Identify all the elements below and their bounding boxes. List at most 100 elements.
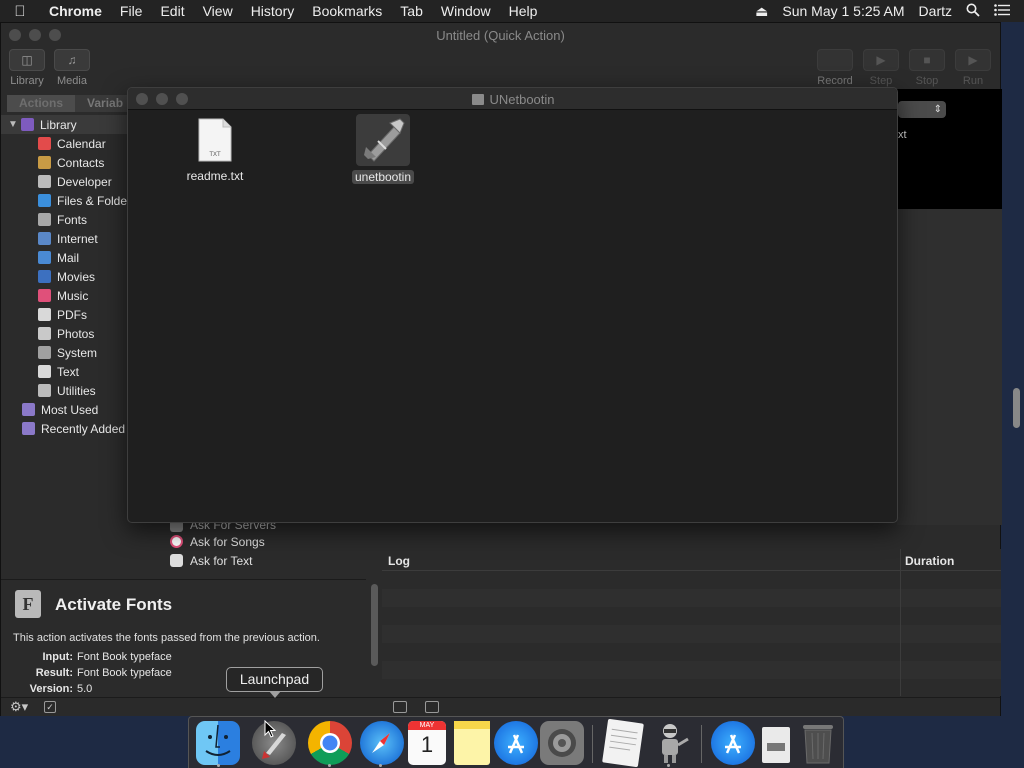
sidebar-item-movies[interactable]: Movies: [38, 267, 95, 286]
sidebar-item-photos[interactable]: Photos: [38, 324, 94, 343]
window-title: Untitled (Quick Action): [436, 27, 565, 43]
sidebar-icon: ◫: [9, 49, 45, 71]
text-icon: [170, 554, 183, 567]
finder-title: UNetbootin: [128, 92, 897, 107]
table-row: [382, 625, 1001, 643]
file-label: unetbootin: [351, 170, 415, 184]
table-row: [382, 589, 1001, 607]
dock-automator-icon[interactable]: [648, 721, 692, 765]
menu-clock[interactable]: Sun May 1 5:25 AM: [775, 3, 911, 19]
list-item[interactable]: Ask for Songs: [164, 532, 366, 551]
checkbox-icon[interactable]: ✓: [44, 701, 56, 713]
menu-view[interactable]: View: [194, 3, 242, 19]
dock-finder-icon[interactable]: [196, 721, 240, 765]
sidebar-item-fonts[interactable]: Fonts: [38, 210, 87, 229]
description-title: Activate Fonts: [55, 595, 173, 614]
actions-list: Ask For Servers Ask for Songs Ask for Te…: [164, 519, 366, 579]
tab-actions[interactable]: Actions: [7, 95, 76, 112]
notification-center-icon[interactable]: [987, 3, 1024, 19]
menu-user[interactable]: Dartz: [912, 3, 959, 19]
running-indicator: [328, 764, 331, 767]
result-row: Result: Font Book typeface: [35, 667, 172, 679]
txt-badge: TXT: [209, 152, 221, 158]
sidebar-item-calendar[interactable]: Calendar: [38, 134, 106, 153]
dock-textedit-icon[interactable]: [602, 718, 644, 768]
mail-icon: [38, 251, 51, 264]
dock-calendar-icon[interactable]: MAY 1: [408, 721, 446, 765]
menu-history[interactable]: History: [242, 3, 304, 19]
duration-column-header[interactable]: Duration: [905, 554, 954, 568]
running-indicator: [667, 764, 670, 767]
dock-safari-icon[interactable]: [360, 721, 404, 765]
sidebar-item-pdfs[interactable]: PDFs: [38, 305, 87, 324]
font-book-icon: F: [15, 590, 41, 618]
finder-titlebar[interactable]: UNetbootin: [128, 88, 897, 110]
contacts-icon: [38, 156, 51, 169]
smart-folder-icon: [22, 422, 35, 435]
media-icon: ♫: [54, 49, 90, 71]
menu-edit[interactable]: Edit: [151, 3, 193, 19]
flow-view-icon[interactable]: [425, 701, 439, 713]
list-item[interactable]: Ask for Text: [164, 551, 366, 570]
sidebar-item-recently-added[interactable]: Recently Added: [22, 419, 125, 438]
close-button[interactable]: [9, 29, 21, 41]
launchpad-tooltip: Launchpad: [226, 667, 323, 698]
log-column-header[interactable]: Log: [388, 554, 410, 568]
run-icon: ▶: [955, 49, 991, 71]
window-titlebar[interactable]: Untitled (Quick Action): [1, 23, 1000, 47]
file-readme-txt[interactable]: TXT readme.txt: [165, 118, 265, 183]
sidebar-item-music[interactable]: Music: [38, 286, 88, 305]
background-scrollbar[interactable]: [1013, 388, 1020, 428]
library-root[interactable]: ▼ Library: [1, 115, 127, 134]
run-button[interactable]: ▶ Run: [953, 49, 993, 87]
dock-document-icon[interactable]: [762, 727, 790, 763]
sidebar-item-utilities[interactable]: Utilities: [38, 381, 96, 400]
library-button[interactable]: ◫ Library: [7, 49, 47, 87]
minimize-button[interactable]: [29, 29, 41, 41]
spotlight-search-icon[interactable]: [959, 3, 987, 20]
record-button[interactable]: Record: [815, 49, 855, 87]
sidebar-item-most-used[interactable]: Most Used: [22, 400, 98, 419]
description-scrollbar[interactable]: [371, 584, 378, 666]
running-indicator: [217, 764, 220, 767]
dock-app-store-icon[interactable]: [494, 721, 538, 765]
dock: MAY 1: [188, 716, 844, 768]
menu-help[interactable]: Help: [500, 3, 547, 19]
list-view-icon[interactable]: [393, 701, 407, 713]
apple-menu-icon[interactable]: : [0, 3, 40, 20]
disclosure-triangle-icon[interactable]: ▼: [8, 119, 18, 130]
sidebar-item-files-folders[interactable]: Files & Folders: [38, 191, 127, 210]
eject-icon[interactable]: ⏏: [748, 3, 775, 20]
library-tabs: Actions Variab: [7, 95, 136, 112]
sidebar-item-developer[interactable]: Developer: [38, 172, 112, 191]
developer-icon: [38, 175, 51, 188]
file-unetbootin[interactable]: unetbootin: [333, 114, 433, 184]
dock-trash-icon[interactable]: [801, 723, 835, 767]
menu-app-name[interactable]: Chrome: [40, 3, 111, 19]
media-button[interactable]: ♫ Media: [52, 49, 92, 87]
menu-tab[interactable]: Tab: [391, 3, 432, 19]
stop-button[interactable]: ■ Stop: [907, 49, 947, 87]
sidebar-item-mail[interactable]: Mail: [38, 248, 79, 267]
dock-notes-icon[interactable]: [454, 721, 490, 765]
sidebar-item-contacts[interactable]: Contacts: [38, 153, 104, 172]
pdf-icon: [38, 308, 51, 321]
sidebar-item-internet[interactable]: Internet: [38, 229, 98, 248]
step-button[interactable]: ▶ Step: [861, 49, 901, 87]
menu-bookmarks[interactable]: Bookmarks: [303, 3, 391, 19]
dock-system-preferences-icon[interactable]: [540, 721, 584, 765]
dock-chrome-icon[interactable]: [308, 721, 352, 765]
sidebar-item-text[interactable]: Text: [38, 362, 79, 381]
step-icon: ▶: [863, 49, 899, 71]
music-icon: [38, 289, 51, 302]
workflow-input-select[interactable]: ⇕: [898, 101, 946, 118]
dock-separator: [701, 725, 702, 763]
column-divider: [900, 549, 901, 696]
sidebar-item-system[interactable]: System: [38, 343, 97, 362]
gear-icon[interactable]: ⚙▾: [10, 699, 28, 715]
zoom-button[interactable]: [49, 29, 61, 41]
menu-file[interactable]: File: [111, 3, 152, 19]
dock-downloads-stack-icon[interactable]: [711, 721, 755, 765]
font-icon: [38, 213, 51, 226]
menu-window[interactable]: Window: [432, 3, 500, 19]
